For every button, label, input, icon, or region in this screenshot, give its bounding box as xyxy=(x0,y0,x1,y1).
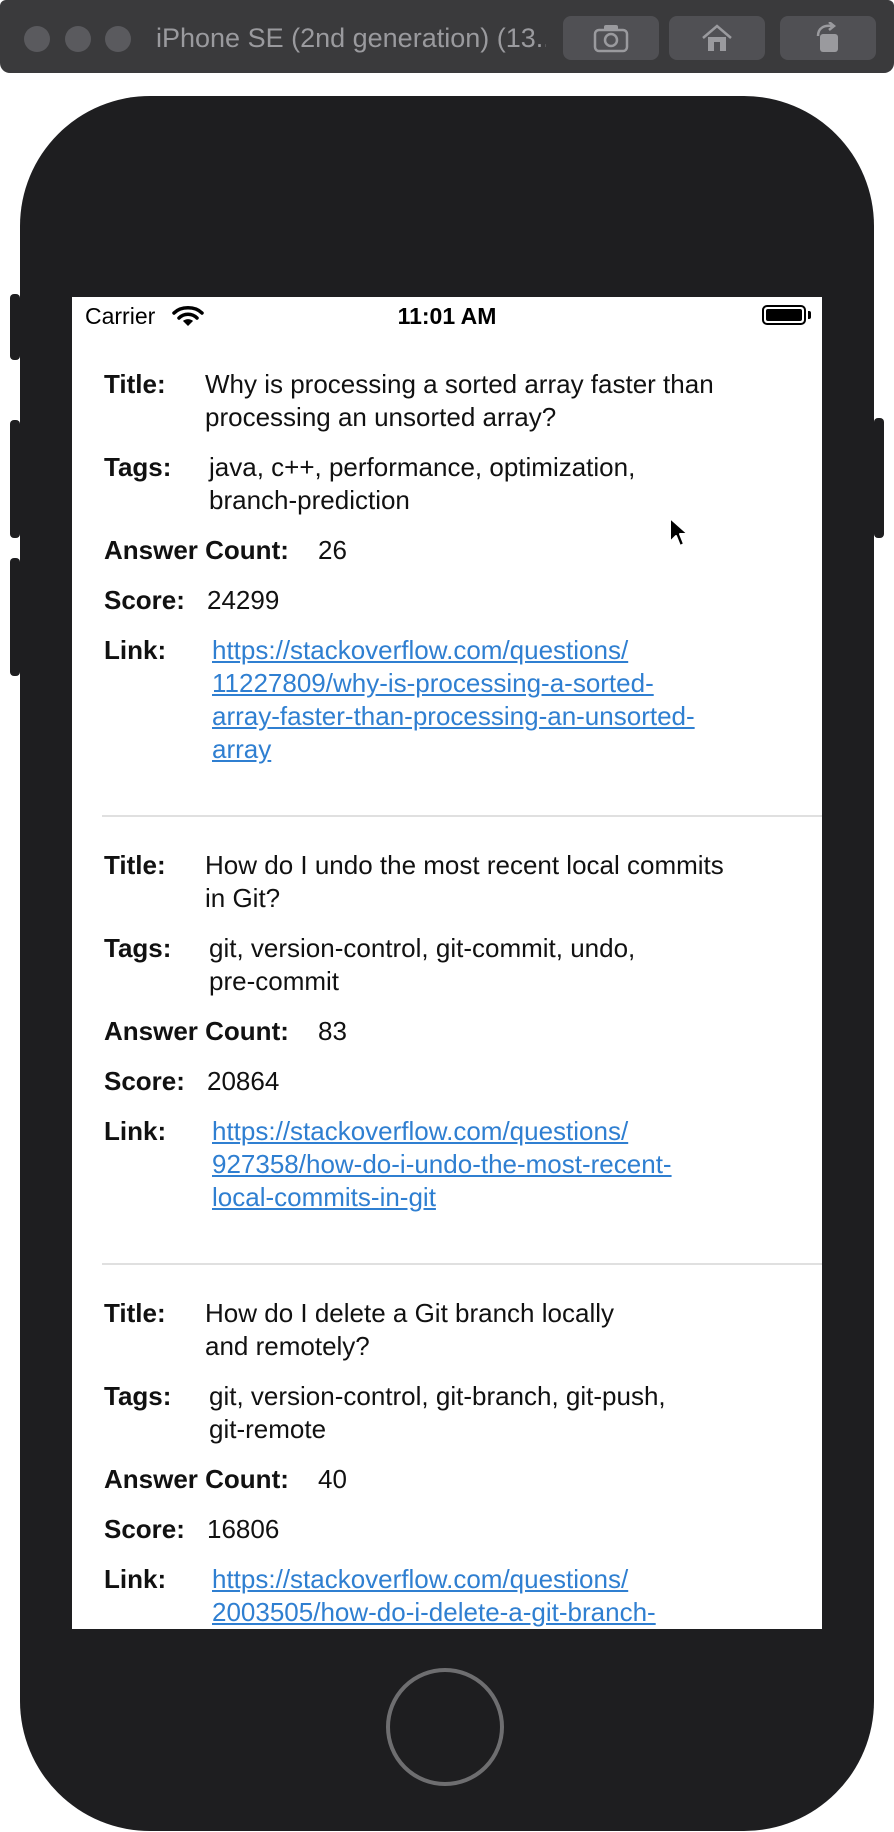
title-label: Title: xyxy=(104,1298,166,1328)
tags-label: Tags: xyxy=(104,933,172,963)
simulator-window: iPhone SE (2nd generation) (13... Carrie… xyxy=(0,0,894,1832)
question-link[interactable]: https://stackoverflow.com/questions/ 927… xyxy=(212,1115,672,1214)
answer-count-label: Answer Count: xyxy=(104,535,289,565)
title-label: Title: xyxy=(104,369,166,399)
question-link[interactable]: https://stackoverflow.com/questions/ 112… xyxy=(212,634,695,766)
row-separator xyxy=(102,815,822,817)
status-bar: Carrier 11:01 AM xyxy=(72,297,822,337)
score-label: Score: xyxy=(104,1514,185,1544)
screenshot-button[interactable] xyxy=(563,16,659,60)
battery-tip xyxy=(808,311,811,319)
zoom-window-button[interactable] xyxy=(105,26,131,52)
rotate-button[interactable] xyxy=(780,16,876,60)
minimize-window-button[interactable] xyxy=(65,26,91,52)
answer-count-label: Answer Count: xyxy=(104,1016,289,1046)
question-link[interactable]: https://stackoverflow.com/questions/ 200… xyxy=(212,1563,656,1629)
answer-count-label: Answer Count: xyxy=(104,1464,289,1494)
title-label: Title: xyxy=(104,850,166,880)
score-label: Score: xyxy=(104,585,185,615)
link-label: Link: xyxy=(104,1116,167,1146)
camera-icon xyxy=(593,25,629,53)
score-label: Score: xyxy=(104,1066,185,1096)
close-window-button[interactable] xyxy=(24,26,50,52)
score-value: 16806 xyxy=(207,1514,280,1544)
question-tags: git, version-control, git-branch, git-pu… xyxy=(209,1381,666,1444)
row-separator xyxy=(102,1263,822,1265)
home-toolbar-button[interactable] xyxy=(669,16,765,60)
question-tags: git, version-control, git-commit, undo, … xyxy=(209,933,636,996)
volume-down-button xyxy=(10,558,20,676)
home-icon xyxy=(702,24,732,51)
tags-label: Tags: xyxy=(104,452,172,482)
device-screen: Carrier 11:01 AM Title: Why is processin… xyxy=(72,297,822,1629)
score-value: 20864 xyxy=(207,1066,280,1096)
device-home-button[interactable] xyxy=(386,1668,504,1786)
volume-up-button xyxy=(10,420,20,538)
answer-count-value: 26 xyxy=(318,535,347,565)
answer-count-value: 40 xyxy=(318,1464,347,1494)
mute-switch xyxy=(10,294,20,360)
battery-icon xyxy=(762,305,806,325)
question-tags: java, c++, performance, optimization, br… xyxy=(209,452,636,515)
question-title: How do I delete a Git branch locally and… xyxy=(205,1298,614,1361)
rotate-icon xyxy=(816,22,838,52)
mouse-pointer-icon xyxy=(669,517,689,547)
answer-count-value: 83 xyxy=(318,1016,347,1046)
status-time: 11:01 AM xyxy=(397,303,497,329)
power-button xyxy=(874,418,884,538)
tags-label: Tags: xyxy=(104,1381,172,1411)
question-title: How do I undo the most recent local comm… xyxy=(205,850,724,913)
simulator-title-bar: iPhone SE (2nd generation) (13... xyxy=(0,0,894,73)
question-title: Why is processing a sorted array faster … xyxy=(205,369,714,432)
simulator-device-title: iPhone SE (2nd generation) (13... xyxy=(156,23,546,53)
link-label: Link: xyxy=(104,1564,167,1594)
link-label: Link: xyxy=(104,635,167,665)
score-value: 24299 xyxy=(207,585,280,615)
